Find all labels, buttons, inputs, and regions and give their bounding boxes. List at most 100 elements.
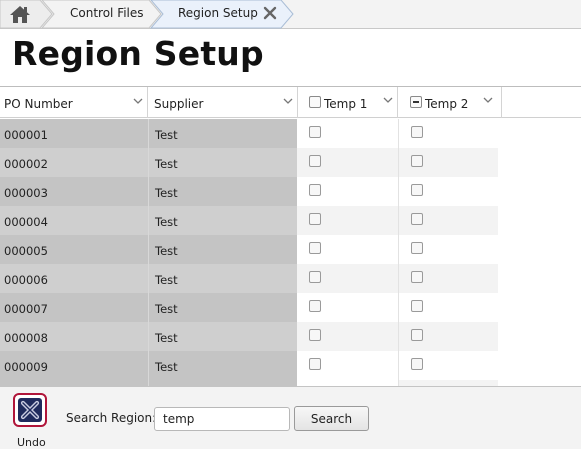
column-header-label: Temp 1 — [324, 97, 368, 111]
cell-temp-1 — [297, 351, 398, 380]
table-row[interactable]: 000009 Test — [0, 351, 581, 380]
supplier-text: Test — [155, 360, 178, 374]
temp-1-checkbox[interactable] — [309, 329, 321, 341]
cell-supplier: Test — [148, 206, 297, 235]
chevron-down-icon[interactable] — [483, 97, 493, 104]
cell-supplier: Test — [148, 322, 297, 351]
temp-1-checkbox[interactable] — [309, 242, 321, 254]
cell-po-number: 000005 — [0, 235, 148, 264]
cell-po-number: 000009 — [0, 351, 148, 380]
cell-temp-1 — [297, 293, 398, 322]
cell-temp-1 — [297, 119, 398, 148]
cell-temp-2 — [398, 206, 498, 235]
cell-temp-1 — [297, 206, 398, 235]
breadcrumb-item-control-files[interactable]: Control Files — [70, 6, 144, 20]
column-header-temp-1[interactable]: Temp 1 — [298, 87, 398, 118]
cell-temp-2 — [398, 148, 498, 177]
chevron-down-icon[interactable] — [283, 98, 293, 105]
supplier-text: Test — [155, 331, 178, 345]
cell-po-number: 000004 — [0, 206, 148, 235]
cell-po-number: 000003 — [0, 177, 148, 206]
cell-supplier: Test — [148, 148, 297, 177]
cell-temp-1 — [297, 148, 398, 177]
table-row[interactable]: 000007 Test — [0, 293, 581, 322]
temp-2-checkbox[interactable] — [411, 329, 423, 341]
supplier-text: Test — [155, 244, 178, 258]
home-icon[interactable] — [9, 4, 31, 24]
temp-1-checkbox[interactable] — [309, 271, 321, 283]
temp-1-checkbox[interactable] — [309, 213, 321, 225]
temp-2-checkbox[interactable] — [411, 184, 423, 196]
search-region-label: Search Region: — [66, 411, 157, 425]
table-row[interactable]: 000008 Test — [0, 322, 581, 351]
search-region-input[interactable] — [154, 407, 290, 431]
table-row[interactable]: 000002 Test — [0, 148, 581, 177]
temp-1-checkbox[interactable] — [309, 155, 321, 167]
po-number-text: 000001 — [4, 128, 48, 142]
header-checkbox-temp-2[interactable] — [410, 96, 422, 108]
breadcrumb: Control Files Region Setup — [0, 0, 581, 29]
column-header-label: PO Number — [4, 97, 73, 111]
supplier-text: Test — [155, 157, 178, 171]
undo-x-icon[interactable] — [17, 397, 43, 423]
supplier-text: Test — [155, 215, 178, 229]
column-header-label: Temp 2 — [425, 97, 469, 111]
table-row[interactable]: 000001 Test — [0, 119, 581, 148]
cell-temp-2 — [398, 351, 498, 380]
undo-button-frame[interactable] — [13, 393, 47, 427]
cell-po-number: 000001 — [0, 119, 148, 148]
cell-temp-1 — [297, 264, 398, 293]
cell-supplier: Test — [148, 235, 297, 264]
search-button[interactable]: Search — [294, 406, 369, 431]
cell-temp-2 — [398, 235, 498, 264]
table-row[interactable]: 000003 Test — [0, 177, 581, 206]
po-number-text: 000009 — [4, 360, 48, 374]
po-number-text: 000003 — [4, 186, 48, 200]
temp-2-checkbox[interactable] — [411, 271, 423, 283]
breadcrumb-home[interactable] — [0, 0, 40, 28]
temp-1-checkbox[interactable] — [309, 358, 321, 370]
column-header-label: Supplier — [154, 97, 204, 111]
column-header-temp-2[interactable]: Temp 2 — [398, 87, 502, 118]
grid-header: PO Number Supplier Temp 1 Temp 2 — [0, 87, 581, 118]
table-row[interactable]: 000005 Test — [0, 235, 581, 264]
temp-1-checkbox[interactable] — [309, 184, 321, 196]
close-icon[interactable] — [263, 5, 277, 21]
table-row[interactable]: 000006 Test — [0, 264, 581, 293]
chevron-down-icon[interactable] — [133, 98, 143, 105]
cell-temp-1 — [297, 177, 398, 206]
header-checkbox-temp-1[interactable] — [309, 96, 321, 108]
page-title: Region Setup — [12, 34, 264, 73]
cell-temp-2 — [398, 177, 498, 206]
cell-supplier: Test — [148, 293, 297, 322]
breadcrumb-item-region-setup[interactable]: Region Setup — [178, 6, 258, 20]
temp-2-checkbox[interactable] — [411, 358, 423, 370]
supplier-text: Test — [155, 186, 178, 200]
supplier-text: Test — [155, 128, 178, 142]
temp-2-checkbox[interactable] — [411, 155, 423, 167]
po-number-text: 000008 — [4, 331, 48, 345]
po-number-text: 000006 — [4, 273, 48, 287]
po-number-text: 000004 — [4, 215, 48, 229]
column-header-po-number[interactable]: PO Number — [0, 87, 148, 118]
cell-po-number: 000002 — [0, 148, 148, 177]
temp-1-checkbox[interactable] — [309, 126, 321, 138]
cell-temp-1 — [297, 235, 398, 264]
temp-1-checkbox[interactable] — [309, 300, 321, 312]
cell-supplier: Test — [148, 119, 297, 148]
temp-2-checkbox[interactable] — [411, 242, 423, 254]
column-header-supplier[interactable]: Supplier — [148, 87, 298, 118]
footer-toolbar: Undo Search Region: Search — [0, 386, 581, 449]
cell-temp-2 — [398, 322, 498, 351]
undo-button[interactable]: Undo — [12, 392, 50, 449]
cell-supplier: Test — [148, 351, 297, 380]
cell-po-number: 000007 — [0, 293, 148, 322]
cell-supplier: Test — [148, 177, 297, 206]
table-row[interactable]: 000004 Test — [0, 206, 581, 235]
po-number-text: 000005 — [4, 244, 48, 258]
temp-2-checkbox[interactable] — [411, 300, 423, 312]
chevron-down-icon[interactable] — [383, 97, 393, 104]
temp-2-checkbox[interactable] — [411, 213, 423, 225]
cell-temp-1 — [297, 322, 398, 351]
temp-2-checkbox[interactable] — [411, 126, 423, 138]
